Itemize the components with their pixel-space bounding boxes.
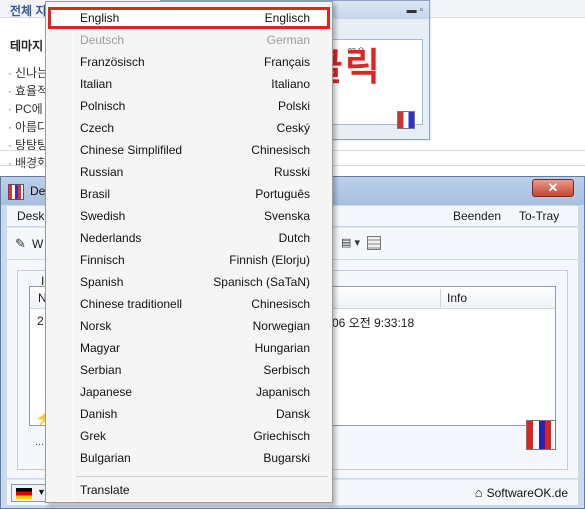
menu-item-native-label: Griechisch — [253, 429, 310, 443]
menu-item-label: Russian — [80, 165, 124, 179]
menu-item-native-label: Japanisch — [255, 385, 310, 399]
menu-item-native-label: Ceský — [276, 121, 310, 135]
column-info-header[interactable]: Info — [447, 291, 467, 305]
menu-item-native-label: Dansk — [275, 407, 310, 421]
menu-item-native-label: Bugarski — [263, 451, 310, 465]
menu-item-native-label: Chinesisch — [251, 297, 310, 311]
menu-item-label: Translate — [80, 483, 130, 497]
menu-item-japanese[interactable]: Japanese Japanisch — [48, 381, 330, 403]
menu-item-native-label: Chinesisch — [251, 143, 310, 157]
menu-item-label: Magyar — [80, 341, 121, 355]
desktopok-logo-icon — [526, 420, 556, 450]
menu-item-label: Französisch — [80, 55, 145, 69]
menu-item-label: Bulgarian — [80, 451, 131, 465]
menu-item-label: Deutsch — [80, 33, 125, 47]
menu-item-native-label: Russki — [273, 165, 310, 179]
column-separator[interactable] — [440, 289, 441, 307]
german-flag-icon — [16, 488, 32, 499]
background-tab-label[interactable]: 전체 지 — [10, 2, 46, 19]
row-number: 2 — [37, 314, 44, 328]
preview-desktopok-icon — [397, 111, 415, 129]
menu-item-label: Grek — [80, 429, 107, 443]
menu-item-native-label: Polski — [277, 99, 310, 113]
home-icon: ⌂ — [474, 485, 483, 500]
window-title: De — [30, 184, 46, 198]
menu-item-italian[interactable]: Italian Italiano — [48, 73, 330, 95]
menu-item-native-label: Spanisch (SaTaN) — [213, 275, 310, 289]
menu-item-russian[interactable]: Russian Russki — [48, 161, 330, 183]
toolbar-first-label[interactable]: W — [32, 237, 43, 251]
preview-window-controls-icon: ▬ ▫ — [406, 5, 423, 16]
menu-item-norsk[interactable]: Norsk Norwegian — [48, 315, 330, 337]
menu-item-czech[interactable]: Czech Ceský — [48, 117, 330, 139]
menu-item-grek[interactable]: Grek Griechisch — [48, 425, 330, 447]
menu-item-translate[interactable]: Translate — [48, 479, 330, 501]
menu-item-deutsch: Deutsch German — [48, 29, 330, 51]
menu-item-native-label: Français — [263, 55, 310, 69]
menu-item-danish[interactable]: Danish Dansk — [48, 403, 330, 425]
row-date: -06 오전 9:33:18 — [328, 316, 415, 330]
menu-item-chinese-traditionell[interactable]: Chinese traditionell Chinesisch — [48, 293, 330, 315]
menu-item-label: Spanish — [80, 275, 124, 289]
menu-item-label: Finnisch — [80, 253, 125, 267]
save-wand-icon[interactable]: ✎ — [15, 236, 26, 252]
menu-item-brasil[interactable]: Brasil Português — [48, 183, 330, 205]
background-list-item[interactable]: 효율적 — [8, 82, 48, 100]
menu-item-label: English — [80, 11, 120, 25]
menu-to-tray[interactable]: To-Tray — [519, 209, 559, 223]
menu-item-swedish[interactable]: Swedish Svenska — [48, 205, 330, 227]
background-heading: 테마지 — [10, 39, 44, 53]
menu-item-native-label: German — [266, 33, 310, 47]
background-list-item[interactable]: 신나는 — [8, 64, 48, 82]
menu-item-native-label: Hungarian — [254, 341, 310, 355]
menu-item-native-label: Englisch — [264, 11, 310, 25]
menu-item-native-label: Português — [255, 187, 310, 201]
menu-item-native-label: Finnish (Elorju) — [229, 253, 310, 267]
background-list-item[interactable]: 배경화 — [8, 154, 48, 172]
softwareok-link[interactable]: ⌂ SoftwareOK.de — [475, 485, 568, 500]
menu-item-native-label: Serbisch — [263, 363, 310, 377]
menu-item-label: Polnisch — [80, 99, 126, 113]
menu-item-label: Czech — [80, 121, 115, 135]
menu-item-native-label: Svenska — [263, 209, 310, 223]
menu-desktop[interactable]: Desk — [17, 209, 44, 223]
menu-item-label: Nederlands — [80, 231, 142, 245]
menu-item-native-label: Italiano — [271, 77, 310, 91]
menu-separator — [76, 476, 328, 477]
menu-item-magyar[interactable]: Magyar Hungarian — [48, 337, 330, 359]
menu-item-label: Japanese — [80, 385, 133, 399]
menu-item-serbian[interactable]: Serbian Serbisch — [48, 359, 330, 381]
menu-item-nederlands[interactable]: Nederlands Dutch — [48, 227, 330, 249]
menu-item-chinese-simplifiled[interactable]: Chinese Simplifiled Chinesisch — [48, 139, 330, 161]
menu-item-bulgarian[interactable]: Bulgarian Bugarski — [48, 447, 330, 469]
menu-beenden[interactable]: Beenden — [453, 209, 501, 223]
menu-item-native-label: Norwegian — [252, 319, 310, 333]
background-list-item[interactable]: PC에 — [8, 100, 48, 118]
menu-item-label: Italian — [80, 77, 113, 91]
close-button[interactable]: ✕ — [532, 179, 574, 197]
language-menu: English Englisch Deutsch German Französisch F… — [45, 1, 333, 503]
menu-item-polnisch[interactable]: Polnisch Polski — [48, 95, 330, 117]
background-list-item[interactable]: 탕탕탕 — [8, 136, 48, 154]
menu-item-label: Chinese Simplifiled — [80, 143, 183, 157]
menu-item-finnisch[interactable]: Finnisch Finnish (Elorju) — [48, 249, 330, 271]
menu-item-label: Chinese traditionell — [80, 297, 183, 311]
toolbar-dropdown-icon[interactable]: ▤ ▾ — [341, 236, 360, 249]
menu-item-native-label: Dutch — [278, 231, 310, 245]
grid-icon[interactable] — [367, 236, 381, 250]
more-dots[interactable]: ... — [35, 436, 44, 448]
menu-item-label: Brasil — [80, 187, 111, 201]
menu-item-label: Swedish — [80, 209, 126, 223]
background-list-item[interactable]: 아름다 — [8, 118, 48, 136]
app-icon — [8, 184, 24, 200]
menu-item-label: Danish — [80, 407, 118, 421]
softwareok-link-text: SoftwareOK.de — [486, 486, 568, 500]
menu-item-english[interactable]: English Englisch — [48, 7, 330, 29]
menu-item-label: Norsk — [80, 319, 112, 333]
menu-item-franz-sisch[interactable]: Französisch Français — [48, 51, 330, 73]
menu-item-spanish[interactable]: Spanish Spanisch (SaTaN) — [48, 271, 330, 293]
menu-item-label: Serbian — [80, 363, 122, 377]
background-list: 신나는 효율적 PC에 아름다 탕탕탕 배경화 — [8, 64, 48, 172]
language-flag-button[interactable]: ▼ — [11, 484, 49, 502]
